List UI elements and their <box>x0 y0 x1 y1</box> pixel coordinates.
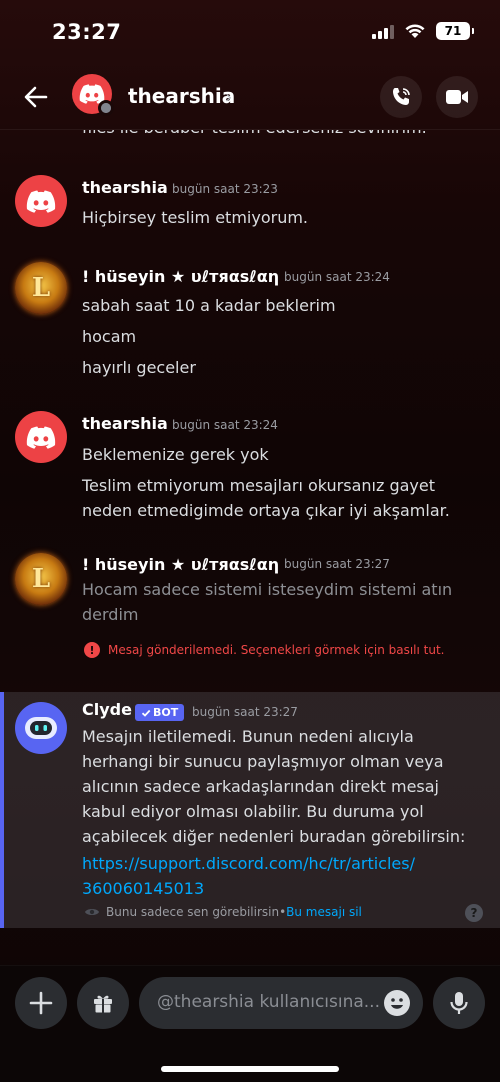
bot-badge-label: BOT <box>153 706 179 719</box>
plus-icon <box>29 991 53 1015</box>
message-text[interactable]: hocam <box>82 324 136 349</box>
eye-icon <box>85 909 99 915</box>
chevron-right-icon[interactable]: › <box>225 87 232 108</box>
cellular-signal-icon <box>372 23 394 39</box>
home-indicator[interactable] <box>161 1066 339 1072</box>
ephemeral-text: Bunu sadece sen görebilirsin <box>106 905 280 919</box>
ephemeral-notice: Bunu sadece sen görebilirsin • Bu mesajı… <box>84 905 362 919</box>
partial-message-clip: files ile beraber teslim ederseniz sevin… <box>0 130 500 142</box>
clyde-robot-icon <box>25 717 57 739</box>
author-name[interactable]: Clyde <box>82 700 132 719</box>
back-arrow-icon[interactable] <box>20 81 52 113</box>
message-text[interactable]: Mesajın iletilemedi. Bunun nedeni alıcıy… <box>82 724 414 749</box>
microphone-icon <box>450 992 468 1014</box>
battery-icon: 71 <box>436 22 474 40</box>
clock: 23:27 <box>52 20 122 44</box>
checkmark-icon <box>141 709 151 717</box>
message-composer: @thearshia kullanıcısına... <box>0 965 500 1082</box>
chat-title[interactable]: thearshia <box>128 84 235 108</box>
voice-call-button[interactable] <box>380 76 422 118</box>
discord-logo-icon <box>26 425 56 449</box>
gift-button[interactable] <box>77 977 129 1029</box>
avatar[interactable] <box>15 175 67 227</box>
voice-message-button[interactable] <box>433 977 485 1029</box>
message-text[interactable]: kabul ediyor olması olabilir. Bu duruma … <box>82 799 424 824</box>
avatar[interactable]: L <box>15 262 67 314</box>
timestamp: bugün saat 23:27 <box>192 705 298 719</box>
gift-icon <box>94 995 112 1013</box>
message-text[interactable]: hayırlı geceler <box>82 355 196 380</box>
clyde-avatar[interactable] <box>15 702 67 754</box>
message-text[interactable]: derdim <box>82 602 138 627</box>
send-error-notice[interactable]: ! Mesaj gönderilemedi. Seçenekleri görme… <box>84 642 444 658</box>
dismiss-message-link[interactable]: Bu mesajı sil <box>286 905 362 919</box>
wifi-icon <box>405 24 425 38</box>
message-text[interactable]: herhangi bir sunucu paylaşmıyor olman ve… <box>82 749 444 774</box>
message-text[interactable]: alıcının sadece arkadaşlarından direkt m… <box>82 774 439 799</box>
author-name[interactable]: thearshia <box>82 414 168 433</box>
avatar-emblem: L <box>31 273 51 303</box>
message-text[interactable]: sabah saat 10 a kadar beklerim <box>82 293 336 318</box>
timestamp: bugün saat 23:23 <box>172 182 278 196</box>
avatar[interactable] <box>15 411 67 463</box>
timestamp: bugün saat 23:24 <box>172 418 278 432</box>
avatar[interactable]: L <box>15 553 67 605</box>
timestamp: bugün saat 23:24 <box>284 270 390 284</box>
message-input-placeholder: @thearshia kullanıcısına... <box>157 992 380 1012</box>
author-name[interactable]: ! hüseyin ★ υℓтяαѕℓαη <box>82 267 279 286</box>
message-text[interactable]: Teslim etmiyorum mesajları okursanız gay… <box>82 473 435 498</box>
author-name[interactable]: ! hüseyin ★ υℓтяαѕℓαη <box>82 555 279 574</box>
author-name[interactable]: thearshia <box>82 178 168 197</box>
video-camera-icon <box>446 90 468 104</box>
phone-call-icon <box>393 88 410 105</box>
chat-header: thearshia › <box>0 64 500 130</box>
support-link[interactable]: https://support.discord.com/hc/tr/articl… <box>82 851 415 876</box>
ephemeral-separator: • <box>279 905 287 919</box>
message-text[interactable]: Beklemenize gerek yok <box>82 442 269 467</box>
avatar-emblem: L <box>31 564 51 594</box>
message-text[interactable]: Hiçbirsey teslim etmiyorum. <box>82 205 308 230</box>
status-bar: 23:27 71 <box>0 0 500 64</box>
support-link-continued[interactable]: 360060145013 <box>82 876 204 901</box>
help-icon[interactable]: ? <box>465 904 483 922</box>
error-icon: ! <box>84 642 100 658</box>
partial-message-line: files ile beraber teslim ederseniz sevin… <box>82 130 427 140</box>
message-text[interactable]: Hocam sadece sistemi isteseydim sistemi … <box>82 577 452 602</box>
message-text[interactable]: açabilecek diğer nedenleri buradan göreb… <box>82 824 465 849</box>
offline-status-dot <box>98 100 114 116</box>
emoji-icon[interactable] <box>383 989 411 1017</box>
message-text[interactable]: neden etmedigimde ortaya çıkar iyi akşam… <box>82 498 450 523</box>
attach-button[interactable] <box>15 977 67 1029</box>
bot-badge: BOT <box>135 704 185 721</box>
message-input[interactable]: @thearshia kullanıcısına... <box>139 977 423 1029</box>
error-text: Mesaj gönderilemedi. Seçenekleri görmek … <box>108 643 445 657</box>
video-call-button[interactable] <box>436 76 478 118</box>
discord-logo-icon <box>26 189 56 213</box>
status-icons: 71 <box>372 22 474 40</box>
timestamp: bugün saat 23:27 <box>284 557 390 571</box>
